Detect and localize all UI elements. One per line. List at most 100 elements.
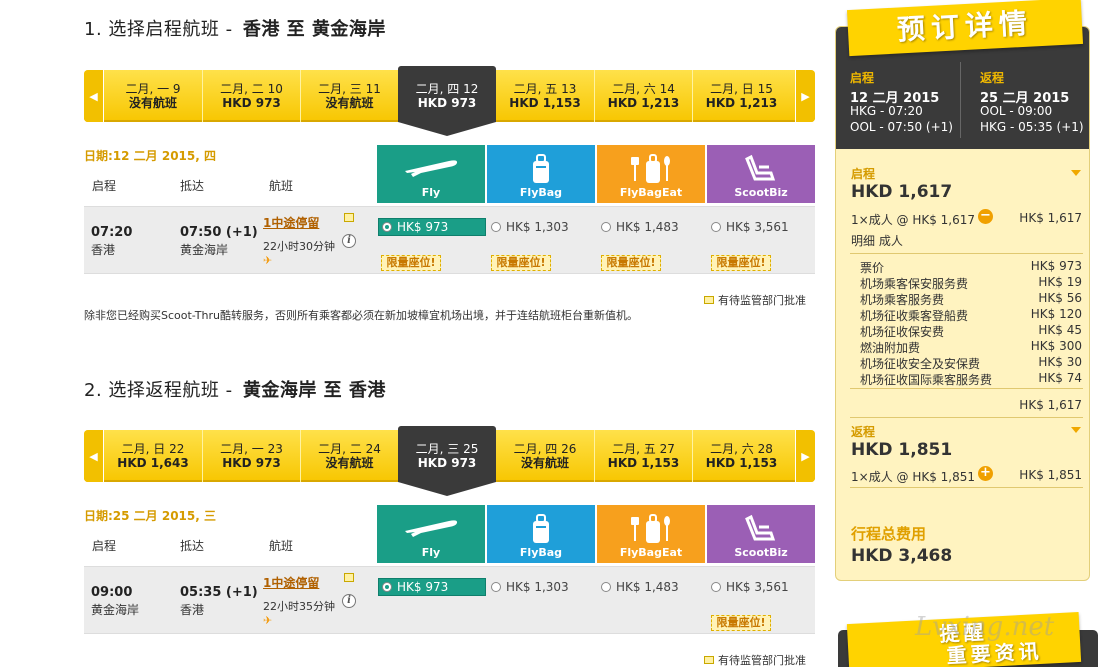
inbound-flight-row: 09:00 黄金海岸 05:35 (+1) 香港 1中途停留 22小时35分钟 …	[84, 566, 815, 634]
outbound-fare-head-flybageat: FlyBagEat	[597, 145, 705, 203]
inbound-duration: 22小时35分钟	[263, 600, 335, 613]
inbound-info-icon[interactable]: i	[342, 594, 356, 608]
inbound-col-arrive: 抵达	[180, 539, 205, 553]
sidebar-out-dep: HKG - 07:20	[850, 104, 923, 118]
inbound-title-text: 选择返程航班 -	[108, 380, 233, 401]
radio-icon[interactable]	[711, 582, 721, 592]
outbound-route: 香港 至 黄金海岸	[242, 19, 386, 40]
inbound-stops-link[interactable]: 1中途停留	[263, 574, 319, 591]
inbound-date-0[interactable]: 二月, 日 22 HKD 1,643	[104, 430, 202, 482]
inbound-fare-flybag[interactable]: HK$ 1,303	[488, 578, 596, 596]
inbound-date-5[interactable]: 二月, 五 27 HKD 1,153	[594, 430, 692, 482]
plus-icon[interactable]: +	[978, 466, 993, 481]
inbound-date-label: 日期:25 二月 2015, 三	[84, 509, 216, 523]
outbound-limited-flybageat: 限量座位!	[601, 255, 661, 271]
meal-luggage-icon	[631, 514, 670, 543]
outbound-arr-time: 07:50 (+1)	[180, 225, 258, 240]
outbound-note-icon	[344, 213, 354, 222]
radio-icon[interactable]	[601, 582, 611, 592]
outbound-date-5[interactable]: 二月, 六 14 HKD 1,213	[594, 70, 692, 122]
radio-icon[interactable]	[601, 222, 611, 232]
outbound-col-depart: 启程	[92, 179, 117, 193]
radio-icon[interactable]	[491, 222, 501, 232]
inbound-fare-head-scootbiz: ScootBiz	[707, 505, 815, 563]
outbound-plane-icon: ✈	[263, 254, 273, 267]
ret-collapse-chevron-icon[interactable]	[1071, 427, 1081, 433]
sidebar-ret-dep: OOL - 09:00	[980, 104, 1053, 118]
sidebar-ret-amount: HKD 1,851	[851, 440, 953, 460]
plane-icon	[405, 160, 458, 177]
inbound-date-3-selected[interactable]: 二月, 三 25 HKD 973	[398, 426, 496, 496]
sidebar-out-pax-total: HK$ 1,617	[1019, 211, 1082, 225]
sidebar-ret-pax: 1×成人 @ HK$ 1,851	[851, 470, 976, 484]
outbound-stops-link[interactable]: 1中途停留	[263, 214, 319, 231]
inbound-title-num: 2.	[84, 380, 103, 401]
outbound-date-0[interactable]: 二月, 一 9 没有航班	[104, 70, 202, 122]
inbound-fare-head-flybag: FlyBag	[487, 505, 595, 563]
radio-icon[interactable]	[711, 222, 721, 232]
sidebar-detail-label: 明细 成人	[851, 234, 903, 248]
sidebar-ret-arr: HKG - 05:35 (+1)	[980, 120, 1084, 134]
inbound-fare-flybageat[interactable]: HK$ 1,483	[598, 578, 706, 596]
inbound-plane-icon: ✈	[263, 614, 273, 627]
inbound-fare-scootbiz[interactable]: HK$ 3,561	[708, 578, 816, 596]
outbound-title-text: 选择启程航班 -	[108, 19, 233, 40]
outbound-arr-city: 黄金海岸	[180, 243, 229, 257]
outbound-date-1[interactable]: 二月, 二 10 HKD 973	[202, 70, 300, 122]
sidebar-ret-head: 返程	[980, 71, 1005, 85]
sidebar-ret-label: 返程	[851, 425, 876, 439]
outbound-col-flight: 航班	[269, 179, 294, 193]
radio-icon[interactable]	[491, 582, 501, 592]
outbound-date-2[interactable]: 二月, 三 11 没有航班	[300, 70, 398, 122]
inbound-col-depart: 启程	[92, 539, 117, 553]
radio-icon[interactable]	[382, 222, 392, 232]
radio-icon[interactable]	[382, 582, 392, 592]
sidebar-out-head: 启程	[850, 71, 875, 85]
outbound-info-icon[interactable]: i	[342, 234, 356, 248]
outbound-fare-head-scootbiz: ScootBiz	[707, 145, 815, 203]
inbound-date-bar: ◀ 二月, 日 22 HKD 1,643 二月, 一 23 HKD 973 二月, …	[84, 426, 815, 496]
outbound-date-3-selected[interactable]: 二月, 四 12 HKD 973	[398, 66, 496, 136]
divider	[850, 417, 1083, 418]
inbound-prev-arrow-icon[interactable]: ◀	[84, 430, 104, 482]
outbound-fare-fly[interactable]: HK$ 973	[378, 218, 486, 236]
inbound-date-6[interactable]: 二月, 六 28 HKD 1,153	[692, 430, 790, 482]
outbound-title: 1. 选择启程航班 - 香港 至 黄金海岸	[84, 15, 386, 41]
inbound-fare-fly[interactable]: HK$ 973	[378, 578, 486, 596]
inbound-fare-head-flybageat: FlyBagEat	[597, 505, 705, 563]
outbound-pending: 有待监管部门批准	[704, 292, 806, 308]
outbound-limited-scootbiz: 限量座位!	[711, 255, 771, 271]
fee-row: 燃油附加费 HK$ 300	[860, 339, 1082, 355]
inbound-route: 黄金海岸 至 香港	[242, 380, 386, 401]
minus-icon[interactable]: −	[978, 209, 993, 224]
inbound-date-2[interactable]: 二月, 二 24 没有航班	[300, 430, 398, 482]
outbound-fare-head-flybag: FlyBag	[487, 145, 595, 203]
out-collapse-chevron-icon[interactable]	[1071, 170, 1081, 176]
fee-row: 机场征收国际乘客服务费 HK$ 74	[860, 371, 1082, 387]
outbound-fare-flybageat[interactable]: HK$ 1,483	[598, 218, 706, 236]
inbound-date-1[interactable]: 二月, 一 23 HKD 973	[202, 430, 300, 482]
fee-row: 机场乘客服务费 HK$ 56	[860, 291, 1082, 307]
sidebar-out-amount: HKD 1,617	[851, 182, 953, 202]
outbound-fare-flybag[interactable]: HK$ 1,303	[488, 218, 596, 236]
plane-icon	[405, 520, 458, 537]
seat-icon	[745, 154, 776, 181]
inbound-next-arrow-icon[interactable]: ▶	[795, 430, 815, 482]
outbound-next-arrow-icon[interactable]: ▶	[795, 70, 815, 122]
divider	[850, 487, 1083, 488]
fee-row: 机场乘客保安服务费 HK$ 19	[860, 275, 1082, 291]
outbound-flight-row: 07:20 香港 07:50 (+1) 黄金海岸 1中途停留 22小时30分钟 …	[84, 206, 815, 274]
outbound-prev-arrow-icon[interactable]: ◀	[84, 70, 104, 122]
inbound-arr-time: 05:35 (+1)	[180, 585, 258, 600]
outbound-date-6[interactable]: 二月, 日 15 HKD 1,213	[692, 70, 790, 122]
inbound-date-4[interactable]: 二月, 四 26 没有航班	[496, 430, 594, 482]
outbound-date-bar: ◀ 二月, 一 9 没有航班 二月, 二 10 HKD 973 二月, 三 11 没有…	[84, 66, 815, 136]
sidebar-out-arr: OOL - 07:50 (+1)	[850, 120, 953, 134]
outbound-limited-flybag: 限量座位!	[491, 255, 551, 271]
outbound-dep-time: 07:20	[91, 225, 133, 240]
luggage-icon	[533, 514, 549, 543]
inbound-pending: 有待监管部门批准	[704, 652, 806, 667]
total-label: 行程总费用	[851, 525, 927, 543]
outbound-fare-scootbiz[interactable]: HK$ 3,561	[708, 218, 816, 236]
outbound-date-4[interactable]: 二月, 五 13 HKD 1,153	[496, 70, 594, 122]
